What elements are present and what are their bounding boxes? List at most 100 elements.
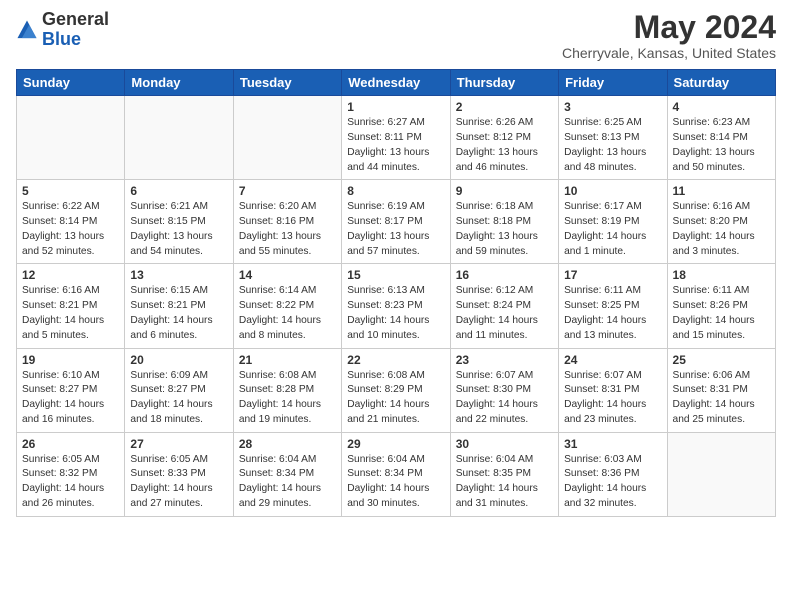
calendar-day-15: 15 Sunrise: 6:13 AM Sunset: 8:23 PM Dayli…: [342, 264, 450, 348]
calendar-empty: [17, 96, 125, 180]
day-number: 13: [130, 268, 227, 282]
month-year: May 2024: [562, 10, 776, 45]
calendar-day-4: 4 Sunrise: 6:23 AM Sunset: 8:14 PM Daylig…: [667, 96, 775, 180]
day-number: 7: [239, 184, 336, 198]
day-info: Sunrise: 6:16 AM Sunset: 8:21 PM Dayligh…: [22, 284, 119, 343]
day-info: Sunrise: 6:12 AM Sunset: 8:24 PM Dayligh…: [456, 284, 553, 343]
day-info: Sunrise: 6:05 AM Sunset: 8:32 PM Dayligh…: [22, 453, 119, 512]
day-number: 17: [564, 268, 661, 282]
calendar-day-19: 19 Sunrise: 6:10 AM Sunset: 8:27 PM Dayli…: [17, 348, 125, 432]
col-header-friday: Friday: [559, 70, 667, 96]
day-info: Sunrise: 6:27 AM Sunset: 8:11 PM Dayligh…: [347, 116, 444, 175]
day-info: Sunrise: 6:10 AM Sunset: 8:27 PM Dayligh…: [22, 369, 119, 428]
calendar-day-2: 2 Sunrise: 6:26 AM Sunset: 8:12 PM Daylig…: [450, 96, 558, 180]
day-number: 15: [347, 268, 444, 282]
day-info: Sunrise: 6:23 AM Sunset: 8:14 PM Dayligh…: [673, 116, 770, 175]
day-number: 29: [347, 437, 444, 451]
calendar-day-8: 8 Sunrise: 6:19 AM Sunset: 8:17 PM Daylig…: [342, 180, 450, 264]
day-number: 2: [456, 100, 553, 114]
day-number: 8: [347, 184, 444, 198]
day-info: Sunrise: 6:17 AM Sunset: 8:19 PM Dayligh…: [564, 200, 661, 259]
day-info: Sunrise: 6:13 AM Sunset: 8:23 PM Dayligh…: [347, 284, 444, 343]
day-number: 14: [239, 268, 336, 282]
calendar-day-23: 23 Sunrise: 6:07 AM Sunset: 8:30 PM Dayli…: [450, 348, 558, 432]
day-number: 23: [456, 353, 553, 367]
col-header-wednesday: Wednesday: [342, 70, 450, 96]
day-number: 4: [673, 100, 770, 114]
calendar-day-10: 10Sunrise: 6:17 AM Sunset: 8:19 PM Dayli…: [559, 180, 667, 264]
day-number: 12: [22, 268, 119, 282]
location: Cherryvale, Kansas, United States: [562, 45, 776, 61]
calendar-day-25: 25 Sunrise: 6:06 AM Sunset: 8:31 PM Dayli…: [667, 348, 775, 432]
calendar-day-13: 13 Sunrise: 6:15 AM Sunset: 8:21 PM Dayli…: [125, 264, 233, 348]
day-number: 26: [22, 437, 119, 451]
day-info: Sunrise: 6:05 AM Sunset: 8:33 PM Dayligh…: [130, 453, 227, 512]
calendar-day-16: 16 Sunrise: 6:12 AM Sunset: 8:24 PM Dayli…: [450, 264, 558, 348]
calendar-day-22: 22 Sunrise: 6:08 AM Sunset: 8:29 PM Dayli…: [342, 348, 450, 432]
calendar-day-27: 27 Sunrise: 6:05 AM Sunset: 8:33 PM Dayli…: [125, 432, 233, 516]
calendar-day-11: 11Sunrise: 6:16 AM Sunset: 8:20 PM Dayli…: [667, 180, 775, 264]
col-header-monday: Monday: [125, 70, 233, 96]
day-number: 9: [456, 184, 553, 198]
logo-text: General Blue: [42, 10, 109, 50]
header: General Blue May 2024 Cherryvale, Kansas…: [16, 10, 776, 61]
day-info: Sunrise: 6:03 AM Sunset: 8:36 PM Dayligh…: [564, 453, 661, 512]
calendar-day-30: 30 Sunrise: 6:04 AM Sunset: 8:35 PM Dayli…: [450, 432, 558, 516]
day-number: 24: [564, 353, 661, 367]
calendar-week-4: 19 Sunrise: 6:10 AM Sunset: 8:27 PM Dayli…: [17, 348, 776, 432]
day-number: 27: [130, 437, 227, 451]
day-info: Sunrise: 6:11 AM Sunset: 8:25 PM Dayligh…: [564, 284, 661, 343]
day-number: 20: [130, 353, 227, 367]
day-info: Sunrise: 6:04 AM Sunset: 8:35 PM Dayligh…: [456, 453, 553, 512]
calendar-week-1: 1 Sunrise: 6:27 AM Sunset: 8:11 PM Daylig…: [17, 96, 776, 180]
calendar-day-26: 26 Sunrise: 6:05 AM Sunset: 8:32 PM Dayli…: [17, 432, 125, 516]
calendar-day-1: 1 Sunrise: 6:27 AM Sunset: 8:11 PM Daylig…: [342, 96, 450, 180]
day-info: Sunrise: 6:04 AM Sunset: 8:34 PM Dayligh…: [347, 453, 444, 512]
calendar-day-20: 20 Sunrise: 6:09 AM Sunset: 8:27 PM Dayli…: [125, 348, 233, 432]
day-number: 16: [456, 268, 553, 282]
calendar-day-7: 7 Sunrise: 6:20 AM Sunset: 8:16 PM Daylig…: [233, 180, 341, 264]
logo-general: General: [42, 9, 109, 29]
calendar-day-21: 21Sunrise: 6:08 AM Sunset: 8:28 PM Dayli…: [233, 348, 341, 432]
calendar-day-6: 6 Sunrise: 6:21 AM Sunset: 8:15 PM Daylig…: [125, 180, 233, 264]
day-info: Sunrise: 6:18 AM Sunset: 8:18 PM Dayligh…: [456, 200, 553, 259]
day-number: 18: [673, 268, 770, 282]
day-info: Sunrise: 6:19 AM Sunset: 8:17 PM Dayligh…: [347, 200, 444, 259]
calendar-week-5: 26 Sunrise: 6:05 AM Sunset: 8:32 PM Dayli…: [17, 432, 776, 516]
day-number: 30: [456, 437, 553, 451]
day-info: Sunrise: 6:11 AM Sunset: 8:26 PM Dayligh…: [673, 284, 770, 343]
day-number: 19: [22, 353, 119, 367]
day-info: Sunrise: 6:25 AM Sunset: 8:13 PM Dayligh…: [564, 116, 661, 175]
day-number: 3: [564, 100, 661, 114]
calendar-day-28: 28Sunrise: 6:04 AM Sunset: 8:34 PM Dayli…: [233, 432, 341, 516]
day-info: Sunrise: 6:08 AM Sunset: 8:29 PM Dayligh…: [347, 369, 444, 428]
day-info: Sunrise: 6:07 AM Sunset: 8:31 PM Dayligh…: [564, 369, 661, 428]
day-number: 25: [673, 353, 770, 367]
day-info: Sunrise: 6:07 AM Sunset: 8:30 PM Dayligh…: [456, 369, 553, 428]
day-number: 6: [130, 184, 227, 198]
calendar-table: SundayMondayTuesdayWednesdayThursdayFrid…: [16, 69, 776, 517]
day-info: Sunrise: 6:22 AM Sunset: 8:14 PM Dayligh…: [22, 200, 119, 259]
calendar-day-9: 9 Sunrise: 6:18 AM Sunset: 8:18 PM Daylig…: [450, 180, 558, 264]
col-header-saturday: Saturday: [667, 70, 775, 96]
day-info: Sunrise: 6:15 AM Sunset: 8:21 PM Dayligh…: [130, 284, 227, 343]
day-info: Sunrise: 6:09 AM Sunset: 8:27 PM Dayligh…: [130, 369, 227, 428]
page: General Blue May 2024 Cherryvale, Kansas…: [0, 0, 792, 527]
day-info: Sunrise: 6:06 AM Sunset: 8:31 PM Dayligh…: [673, 369, 770, 428]
day-info: Sunrise: 6:21 AM Sunset: 8:15 PM Dayligh…: [130, 200, 227, 259]
col-header-sunday: Sunday: [17, 70, 125, 96]
col-header-tuesday: Tuesday: [233, 70, 341, 96]
day-number: 1: [347, 100, 444, 114]
day-info: Sunrise: 6:20 AM Sunset: 8:16 PM Dayligh…: [239, 200, 336, 259]
calendar-week-2: 5Sunrise: 6:22 AM Sunset: 8:14 PM Daylig…: [17, 180, 776, 264]
calendar-day-18: 18 Sunrise: 6:11 AM Sunset: 8:26 PM Dayli…: [667, 264, 775, 348]
day-info: Sunrise: 6:26 AM Sunset: 8:12 PM Dayligh…: [456, 116, 553, 175]
logo-blue: Blue: [42, 29, 81, 49]
calendar-day-14: 14Sunrise: 6:14 AM Sunset: 8:22 PM Dayli…: [233, 264, 341, 348]
day-number: 31: [564, 437, 661, 451]
calendar-day-31: 31 Sunrise: 6:03 AM Sunset: 8:36 PM Dayli…: [559, 432, 667, 516]
day-info: Sunrise: 6:16 AM Sunset: 8:20 PM Dayligh…: [673, 200, 770, 259]
calendar-day-3: 3 Sunrise: 6:25 AM Sunset: 8:13 PM Daylig…: [559, 96, 667, 180]
day-number: 22: [347, 353, 444, 367]
calendar-day-24: 24 Sunrise: 6:07 AM Sunset: 8:31 PM Dayli…: [559, 348, 667, 432]
